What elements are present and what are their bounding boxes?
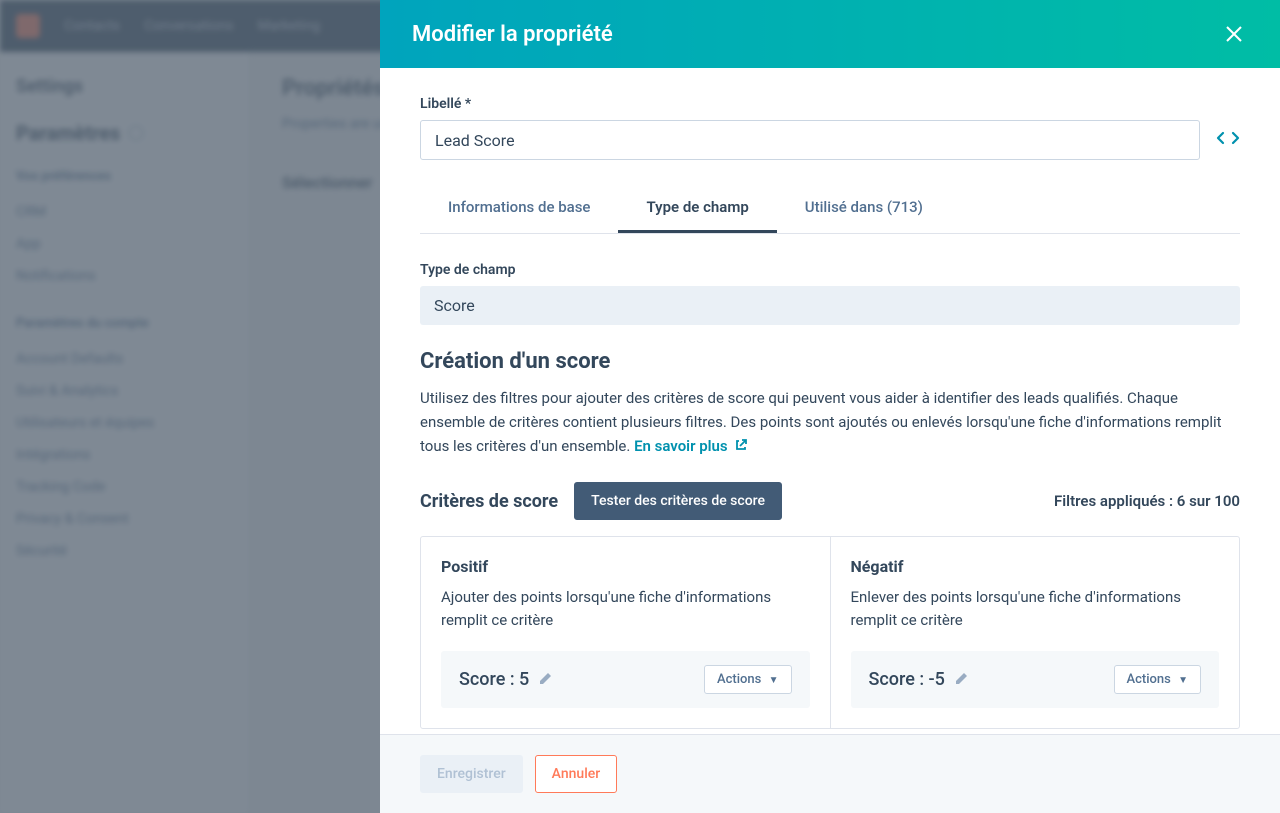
test-criteria-button[interactable]: Tester des critères de score bbox=[574, 482, 782, 520]
score-creation-heading: Création d'un score bbox=[420, 349, 1240, 374]
tabs: Informations de base Type de champ Utili… bbox=[420, 184, 1240, 234]
modal-footer: Enregistrer Annuler bbox=[380, 734, 1280, 813]
learn-more-text: En savoir plus bbox=[634, 437, 728, 455]
score-criteria-container: Positif Ajouter des points lorsqu'une fi… bbox=[420, 536, 1240, 729]
modal-body: Libellé * Informations de base Type de c… bbox=[380, 68, 1280, 734]
chevron-down-icon: ▼ bbox=[769, 675, 779, 686]
pencil-icon[interactable] bbox=[955, 671, 969, 689]
negative-score-item: Score : -5 Actions ▼ bbox=[851, 651, 1220, 708]
negative-column: Négatif Enlever des points lorsqu'une fi… bbox=[831, 537, 1240, 728]
positive-score-value: Score : 5 bbox=[459, 669, 553, 690]
tab-field-type[interactable]: Type de champ bbox=[618, 184, 776, 233]
positive-column: Positif Ajouter des points lorsqu'une fi… bbox=[421, 537, 831, 728]
actions-label: Actions bbox=[1127, 672, 1171, 687]
tab-basic-info[interactable]: Informations de base bbox=[420, 184, 618, 233]
positive-desc: Ajouter des points lorsqu'une fiche d'in… bbox=[441, 586, 810, 631]
negative-title: Négatif bbox=[851, 557, 1220, 576]
close-button[interactable] bbox=[1220, 14, 1248, 55]
code-icon[interactable] bbox=[1216, 128, 1240, 152]
criteria-left: Critères de score Tester des critères de… bbox=[420, 482, 782, 520]
field-type-label: Type de champ bbox=[420, 262, 1240, 278]
chevron-down-icon: ▼ bbox=[1178, 675, 1188, 686]
score-creation-desc: Utilisez des filtres pour ajouter des cr… bbox=[420, 386, 1240, 458]
negative-score-value: Score : -5 bbox=[869, 669, 969, 690]
criteria-header-row: Critères de score Tester des critères de… bbox=[420, 482, 1240, 520]
cancel-button[interactable]: Annuler bbox=[535, 755, 618, 793]
learn-more-link[interactable]: En savoir plus bbox=[634, 437, 747, 455]
positive-actions-button[interactable]: Actions ▼ bbox=[704, 665, 792, 694]
close-icon bbox=[1224, 24, 1244, 44]
modal-header: Modifier la propriété bbox=[380, 0, 1280, 68]
external-link-icon bbox=[735, 434, 747, 458]
pencil-icon[interactable] bbox=[539, 671, 553, 689]
tab-used-in[interactable]: Utilisé dans (713) bbox=[777, 184, 951, 233]
negative-desc: Enlever des points lorsqu'une fiche d'in… bbox=[851, 586, 1220, 631]
label-input[interactable] bbox=[420, 120, 1200, 160]
label-field-row bbox=[420, 120, 1240, 160]
positive-score-item: Score : 5 Actions ▼ bbox=[441, 651, 810, 708]
actions-label: Actions bbox=[717, 672, 761, 687]
save-button[interactable]: Enregistrer bbox=[420, 755, 523, 793]
positive-title: Positif bbox=[441, 557, 810, 576]
score-desc-text: Utilisez des filtres pour ajouter des cr… bbox=[420, 389, 1222, 455]
negative-score-text: Score : -5 bbox=[869, 669, 945, 690]
field-type-value: Score bbox=[420, 286, 1240, 325]
positive-score-text: Score : 5 bbox=[459, 669, 529, 690]
criteria-title: Critères de score bbox=[420, 491, 558, 512]
filters-applied-count: Filtres appliqués : 6 sur 100 bbox=[1054, 492, 1240, 510]
label-field-label: Libellé * bbox=[420, 96, 1240, 112]
modal-title: Modifier la propriété bbox=[412, 22, 613, 47]
negative-actions-button[interactable]: Actions ▼ bbox=[1114, 665, 1202, 694]
edit-property-modal: Modifier la propriété Libellé * Informat… bbox=[380, 0, 1280, 813]
